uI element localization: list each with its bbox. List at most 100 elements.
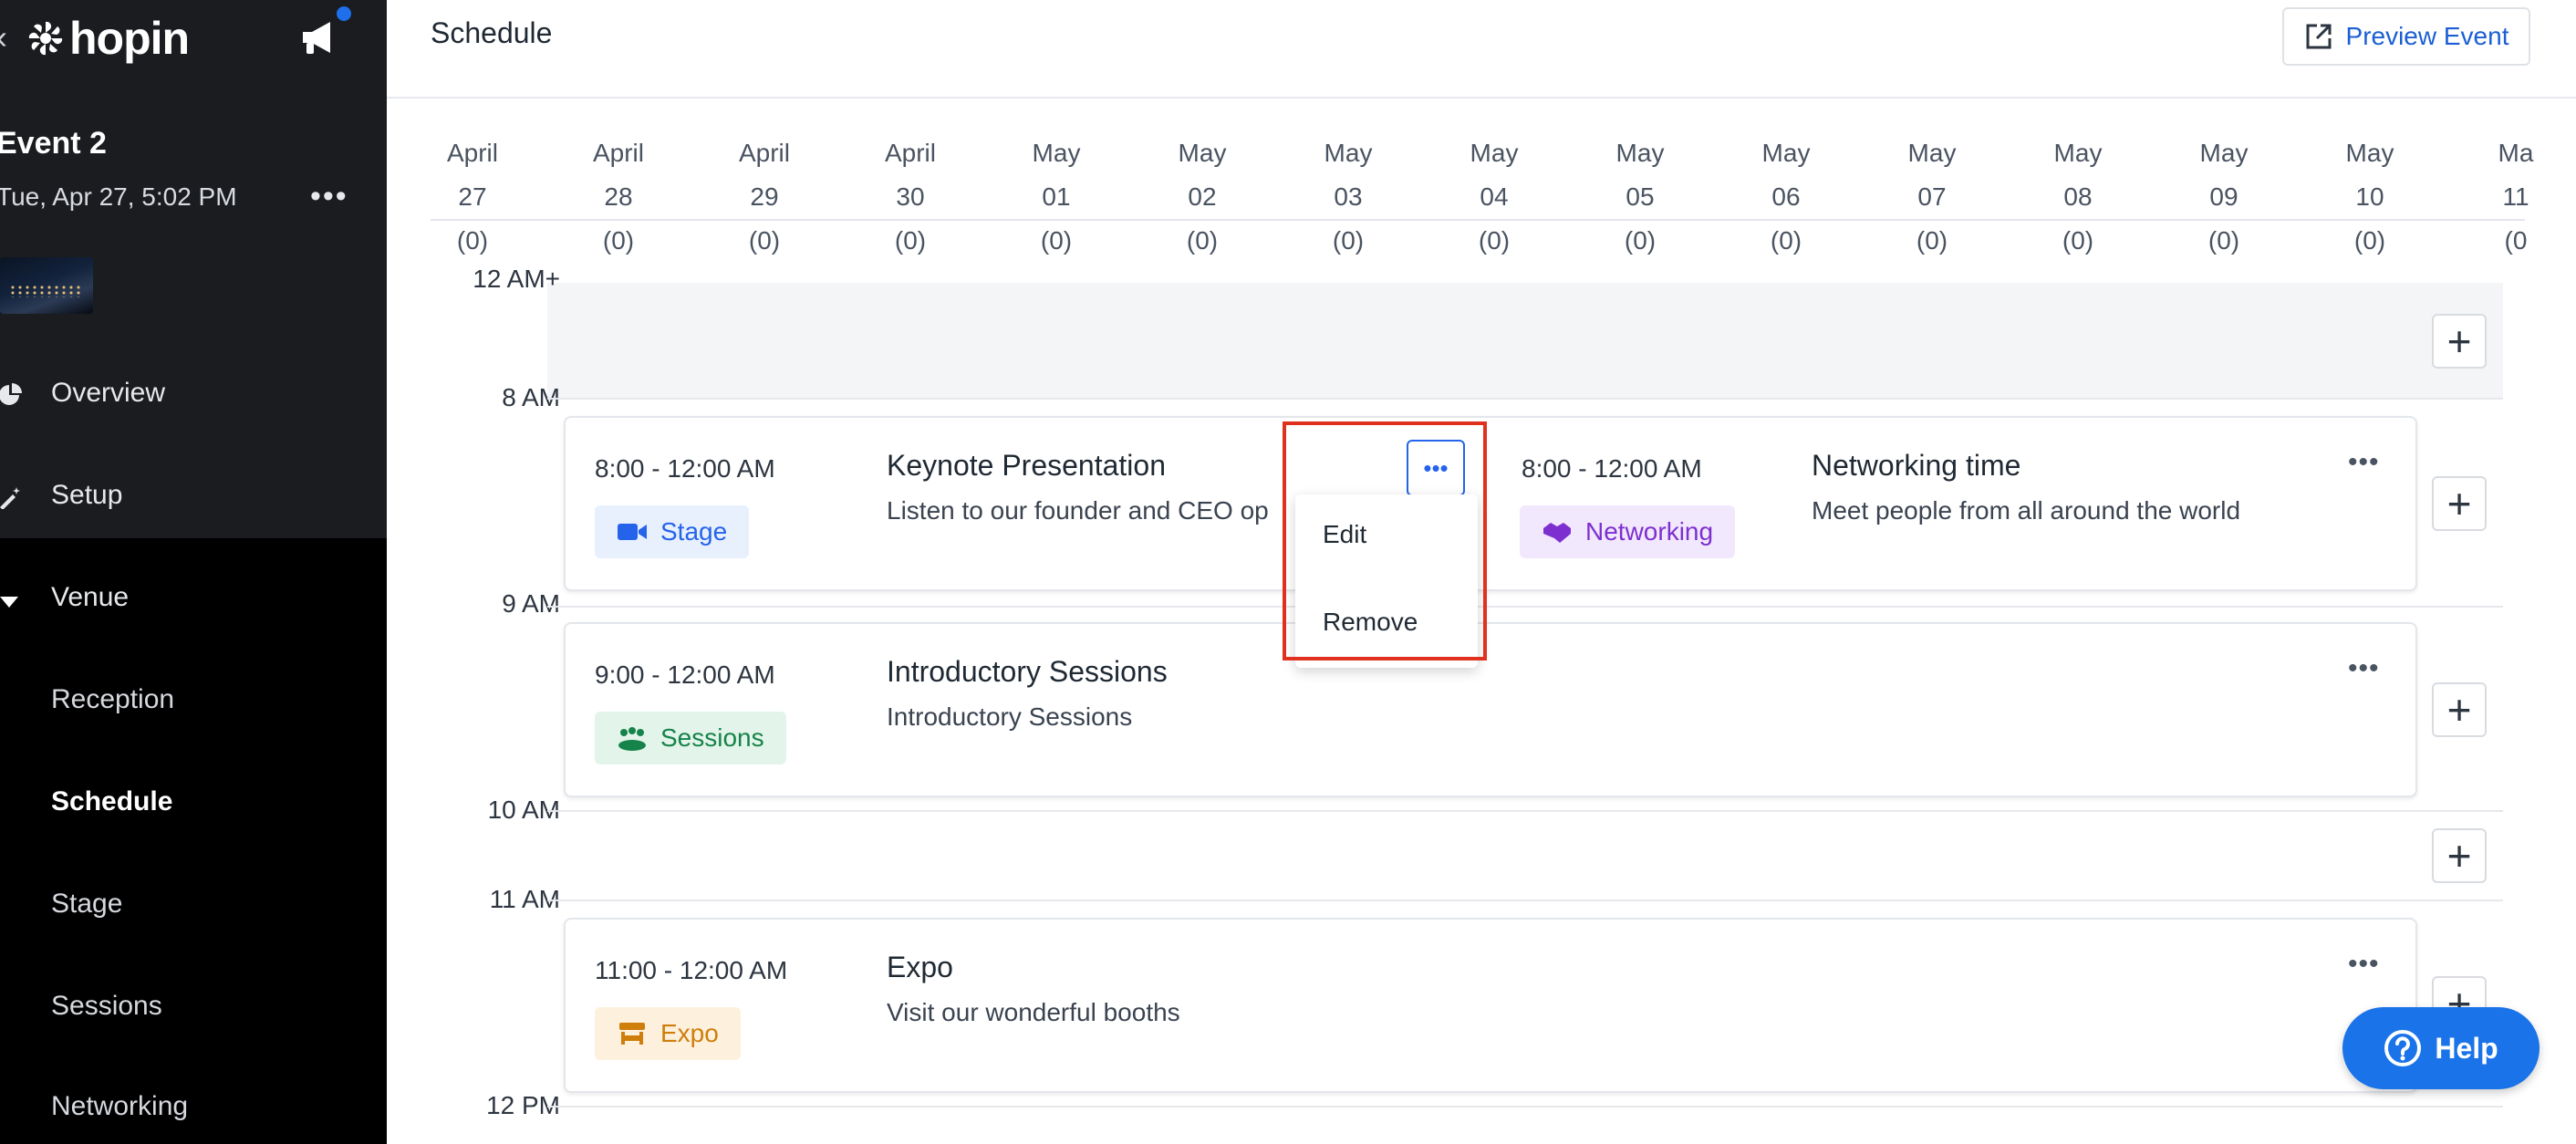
more-options-icon[interactable]: ••• (2348, 653, 2380, 684)
nav-item-venue[interactable]: Venue (0, 582, 130, 613)
day-column-header[interactable]: May 10 (0) (2315, 131, 2425, 263)
tag-sessions[interactable]: Sessions (595, 712, 786, 764)
schedule-card-9am: 9:00 - 12:00 AM Sessions Introductory Se… (564, 622, 2417, 797)
day-month: April (592, 139, 644, 167)
unscheduled-band (547, 283, 2503, 400)
hopin-logo-icon (28, 21, 63, 56)
day-column-header[interactable]: April 27 (0) (418, 131, 527, 263)
day-column-header[interactable]: May 02 (0) (1148, 131, 1257, 263)
tag-expo[interactable]: Expo (595, 1007, 741, 1060)
page-title: Schedule (431, 16, 553, 49)
day-count: (0) (1770, 226, 1802, 255)
time-label: 8 AM (502, 383, 560, 411)
add-slot-button[interactable]: + (2432, 314, 2487, 369)
people-group-icon (618, 727, 646, 751)
megaphone-icon[interactable] (299, 18, 341, 57)
slot-time: 11:00 - 12:00 AM (595, 956, 788, 984)
time-label: 12 AM+ (473, 265, 560, 293)
more-options-icon[interactable]: ••• (2348, 949, 2380, 980)
hopin-logo[interactable]: hopin (27, 11, 190, 66)
sidebar-item-reception[interactable]: Reception (51, 684, 174, 715)
slot-time: 8:00 - 12:00 AM (595, 454, 775, 483)
hour-grid-line (547, 606, 2503, 608)
add-slot-button[interactable]: + (2432, 682, 2487, 737)
nav-item-label: Overview (51, 378, 166, 408)
slot-time: 8:00 - 12:00 AM (1522, 454, 1702, 483)
day-column-header[interactable]: April 29 (0) (710, 131, 819, 263)
slot-title[interactable]: Keynote Presentation (887, 449, 1166, 483)
day-month: April (884, 139, 936, 167)
time-label: 11 AM (489, 885, 560, 913)
day-month: Ma (2498, 139, 2534, 167)
day-month: May (1907, 139, 1957, 167)
more-options-icon[interactable]: ••• (2348, 447, 2380, 478)
day-count: (0) (602, 226, 635, 255)
handshake-icon (1543, 523, 1571, 543)
day-count: (0) (456, 226, 489, 255)
logo-text: hopin (69, 13, 190, 64)
sidebar-item-stage[interactable]: Stage (51, 889, 122, 920)
day-column-header[interactable]: May 04 (0) (1439, 131, 1549, 263)
nav-item-setup[interactable]: Setup (0, 480, 122, 511)
back-chevron-icon[interactable]: ‹ (0, 18, 7, 57)
sidebar-item-networking[interactable]: Networking (51, 1091, 188, 1122)
day-month: May (2199, 139, 2249, 167)
event-date: Tue, Apr 27, 5:02 PM (0, 182, 237, 211)
day-day: 03 (1334, 182, 1363, 211)
notification-dot (334, 4, 354, 24)
day-count: (0 (2504, 226, 2528, 255)
day-day: 10 (2355, 182, 2384, 211)
day-count: (0) (1478, 226, 1511, 255)
day-column-header[interactable]: May 08 (0) (2023, 131, 2133, 263)
day-day: 07 (1917, 182, 1947, 211)
nav-item-label: Venue (51, 582, 130, 612)
day-month: May (1470, 139, 1519, 167)
day-column-header[interactable]: May 06 (0) (1731, 131, 1841, 263)
time-label: 12 PM (486, 1091, 560, 1119)
day-count: (0) (1186, 226, 1219, 255)
tag-networking[interactable]: Networking (1520, 505, 1736, 558)
pie-chart-icon (0, 383, 22, 405)
sidebar-item-schedule[interactable]: Schedule (51, 786, 172, 817)
day-day: 11 (2502, 182, 2529, 211)
preview-event-button[interactable]: Preview Event (2282, 7, 2530, 66)
day-column-header[interactable]: May 01 (0) (1002, 131, 1111, 263)
day-day: 27 (458, 182, 487, 211)
add-slot-button[interactable]: + (2432, 828, 2487, 883)
time-label: 10 AM (487, 796, 560, 824)
slot-description: Meet people from all around the world (1812, 496, 2241, 525)
hour-grid-line (547, 810, 2503, 812)
slot-description: Introductory Sessions (887, 702, 1133, 731)
day-header-divider (431, 219, 2525, 221)
day-month: May (2053, 139, 2103, 167)
day-column-header[interactable]: April 30 (0) (856, 131, 965, 263)
day-month: May (1178, 139, 1227, 167)
help-button[interactable]: Help (2342, 1007, 2540, 1089)
help-label: Help (2435, 1031, 2498, 1065)
day-month: May (1324, 139, 1373, 167)
day-column-header[interactable]: Ma 11 (0 (2461, 131, 2571, 263)
day-count: (0) (1624, 226, 1657, 255)
sidebar-item-sessions[interactable]: Sessions (51, 991, 162, 1022)
day-column-header[interactable]: May 09 (0) (2169, 131, 2279, 263)
nav-item-overview[interactable]: Overview (0, 378, 166, 409)
add-slot-button[interactable]: + (2432, 476, 2487, 531)
day-column-header[interactable]: May 05 (0) (1585, 131, 1695, 263)
slot-title[interactable]: Networking time (1812, 449, 2020, 483)
event-name: Event 2 (0, 126, 107, 161)
slot-time: 9:00 - 12:00 AM (595, 660, 775, 689)
slot-description: Visit our wonderful booths (887, 998, 1180, 1026)
slot-title[interactable]: Introductory Sessions (887, 655, 1168, 689)
day-column-header[interactable]: April 28 (0) (564, 131, 673, 263)
slot-title[interactable]: Expo (887, 951, 953, 984)
event-more-icon[interactable]: ••• (310, 179, 348, 214)
booth-icon (619, 1023, 645, 1045)
event-thumbnail (0, 257, 93, 314)
tag-stage[interactable]: Stage (595, 505, 750, 558)
question-circle-icon (2384, 1030, 2422, 1066)
day-column-header[interactable]: May 03 (0) (1293, 131, 1403, 263)
day-column-header[interactable]: May 07 (0) (1877, 131, 1987, 263)
day-count: (0) (1040, 226, 1073, 255)
day-day: 09 (2209, 182, 2238, 211)
hour-grid-line (547, 1106, 2503, 1108)
